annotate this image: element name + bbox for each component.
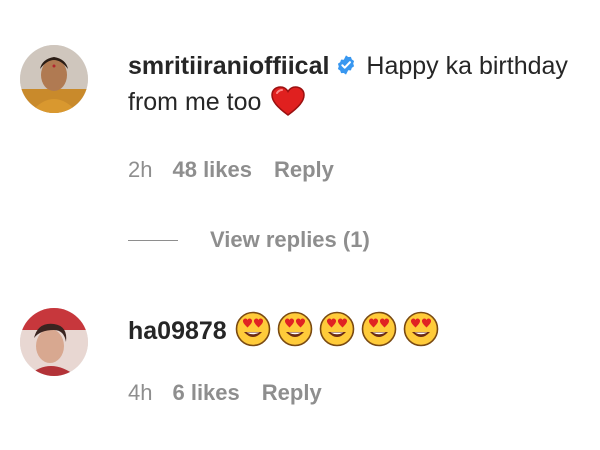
comment-time: 4h <box>128 380 153 405</box>
username[interactable]: ha09878 <box>128 317 227 345</box>
avatar[interactable] <box>20 45 88 113</box>
verified-badge-icon <box>335 54 357 76</box>
likes-count[interactable]: 6 likes <box>172 380 239 406</box>
avatar[interactable] <box>20 308 88 376</box>
heart-eyes-face-icon <box>235 311 271 347</box>
red-heart-icon <box>271 86 306 116</box>
reply-button[interactable]: Reply <box>262 380 322 406</box>
avatar-image <box>20 45 88 113</box>
heart-eyes-face-icon <box>361 311 397 347</box>
emoji-group <box>235 311 439 347</box>
heart-eyes-face-icon <box>403 311 439 347</box>
divider-line <box>128 239 178 241</box>
view-replies-label: View replies (1) <box>210 227 370 252</box>
heart-eyes-face-icon <box>277 311 313 347</box>
heart-eyes-face-icon <box>319 311 355 347</box>
likes-count[interactable]: 48 likes <box>172 157 252 183</box>
avatar-image <box>20 308 88 376</box>
username[interactable]: smritiiranioffiical <box>128 52 329 80</box>
comment-time: 2h <box>128 157 153 182</box>
reply-button[interactable]: Reply <box>274 157 334 183</box>
view-replies-button[interactable]: View replies (1) <box>128 227 370 253</box>
